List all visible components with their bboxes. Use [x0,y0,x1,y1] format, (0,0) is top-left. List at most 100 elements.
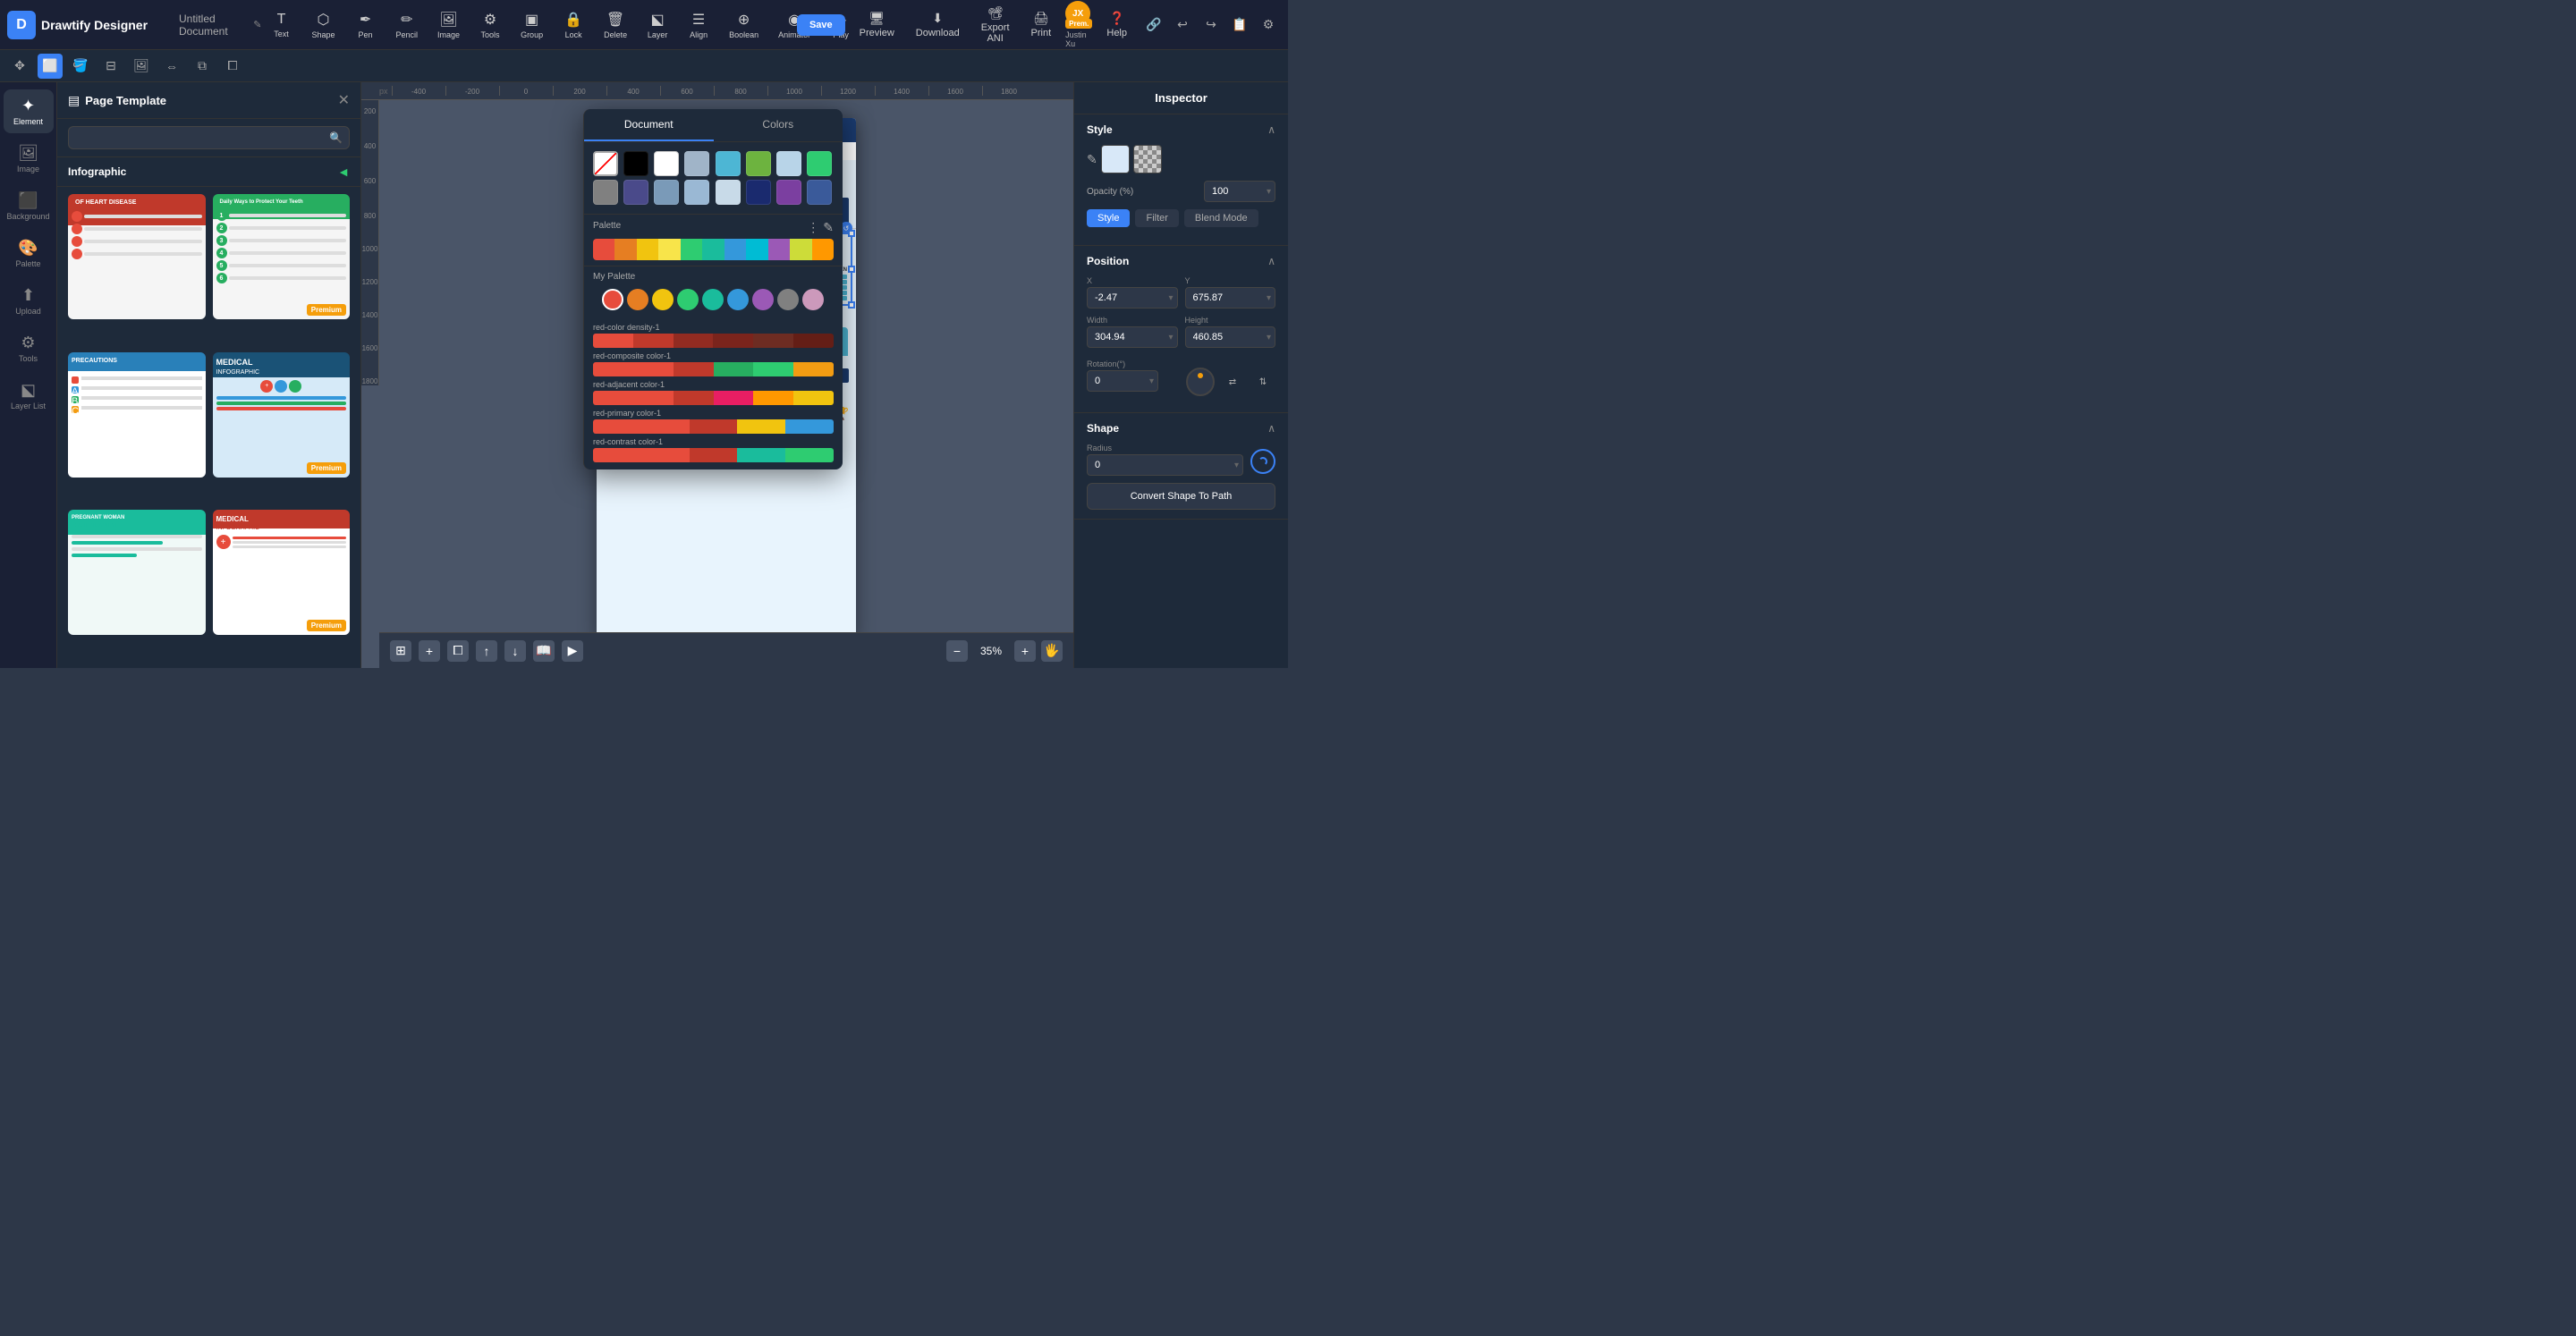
my-swatch-6[interactable] [727,289,749,310]
sidebar-item-image[interactable]: 🖼 Image [4,137,54,181]
np-bar-2[interactable] [593,362,834,376]
position-chevron-icon[interactable]: ∧ [1267,255,1275,267]
sidebar-item-tools[interactable]: ⚙ Tools [4,326,54,370]
height-down-arrow[interactable]: ▾ [1263,333,1275,342]
tool-text[interactable]: T Text [262,8,301,42]
clipboard-icon[interactable]: 📋 [1227,13,1252,38]
image-replace-btn[interactable]: 🖼 [129,54,154,79]
swatch-1[interactable] [684,151,709,176]
copy-btn[interactable]: ⧠ [220,54,245,79]
tool-image[interactable]: 🖼 Image [428,7,469,43]
sidebar-item-palette[interactable]: 🎨 Palette [4,232,54,275]
export-ani-button[interactable]: 📽 Export ANI [974,2,1017,47]
radius-input[interactable]: 0 [1088,455,1231,475]
my-swatch-1[interactable] [602,289,623,310]
panel-close-button[interactable]: ✕ [338,91,350,109]
palette-edit-btn[interactable]: ⋮ [807,220,819,235]
grid-view-btn[interactable]: ⊞ [390,640,411,662]
group-btn[interactable]: ⧉ [190,54,215,79]
swatch-transparent[interactable] [593,151,618,176]
tool-boolean[interactable]: ⊕ Boolean [720,7,767,43]
template-item[interactable]: PREGNANT WOMAN HEALTH TREATMENT [68,510,206,635]
swatch-4[interactable] [776,151,801,176]
zoom-fit-btn[interactable]: 🖐 [1041,640,1063,662]
width-down-arrow[interactable]: ▾ [1165,333,1176,342]
swatch-black[interactable] [623,151,648,176]
download-button[interactable]: ⬇ Download [909,7,967,42]
template-item[interactable]: PRECAUTIONS MEDICATION A B C [68,352,206,478]
np-bar-5[interactable] [593,448,834,462]
opacity-down-arrow[interactable]: ▾ [1263,187,1275,197]
swatch-7[interactable] [623,180,648,205]
settings-icon[interactable]: ⚙ [1256,13,1281,38]
swatch-9[interactable] [684,180,709,205]
undo-icon[interactable]: ↩ [1170,13,1195,38]
my-swatch-7[interactable] [752,289,774,310]
swatch-11[interactable] [746,180,771,205]
tool-align[interactable]: ☰ Align [679,7,718,43]
add-page-btn[interactable]: + [419,640,440,662]
edit-title-icon[interactable]: ✎ [253,19,261,30]
document-title[interactable]: Untitled Document ✎ [179,13,262,38]
tool-group[interactable]: ▣ Group [512,7,552,43]
move-tool-btn[interactable]: ✥ [7,54,32,79]
np-bar-3[interactable] [593,391,834,405]
x-down-arrow[interactable]: ▾ [1165,293,1176,303]
swatch-3[interactable] [746,151,771,176]
fill-selector-btn[interactable]: ✎ [1087,152,1097,167]
template-item[interactable]: Daily Ways to Protect Your Teeth 1 2 3 4… [213,194,351,319]
sidebar-item-layer-list[interactable]: ⬕ Layer List [4,374,54,418]
swatch-white[interactable] [654,151,679,176]
y-down-arrow[interactable]: ▾ [1263,293,1275,303]
copy-page-btn[interactable]: ⧠ [447,640,469,662]
swatch-2[interactable] [716,151,741,176]
tab-style[interactable]: Style [1087,209,1130,227]
my-swatch-9[interactable] [802,289,824,310]
tab-document[interactable]: Document [584,109,714,141]
my-swatch-8[interactable] [777,289,799,310]
tool-pencil[interactable]: ✏ Pencil [387,7,428,43]
select-tool-btn[interactable]: ⬜ [38,54,63,79]
my-swatch-4[interactable] [677,289,699,310]
canvas-area[interactable]: px -400 -200 0 200 400 600 800 1000 1200… [361,82,1073,668]
canvas-content[interactable]: INFOGRAPHIC Lorem ipsum dolor sit amet, … [379,100,1073,632]
fill-pattern-box[interactable] [1133,145,1162,173]
palette-pencil-btn[interactable]: ✎ [823,220,834,235]
search-input[interactable] [68,126,350,149]
rotation-input[interactable]: 0 [1088,371,1146,391]
style-chevron-icon[interactable]: ∧ [1267,123,1275,136]
zoom-in-btn[interactable]: + [1014,640,1036,662]
np-bar-1[interactable] [593,334,834,348]
sidebar-item-element[interactable]: ✦ Element [4,89,54,133]
template-item[interactable]: OF HEART DISEASE [68,194,206,319]
user-profile[interactable]: JX Prem. Justin Xu [1065,1,1092,48]
tool-layer[interactable]: ⬕ Layer [638,7,677,43]
swatch-12[interactable] [776,180,801,205]
redo-icon[interactable]: ↪ [1199,13,1224,38]
flip-h-btn[interactable]: ⇄ [1220,369,1245,394]
swatch-6[interactable] [593,180,618,205]
convert-shape-btn[interactable]: Convert Shape To Path [1087,483,1275,510]
resize-btn[interactable]: ⇔ [159,54,184,79]
swatch-13[interactable] [807,180,832,205]
print-button[interactable]: 🖨 Print [1024,7,1059,42]
link-icon[interactable]: 🔗 [1141,13,1166,38]
my-swatch-3[interactable] [652,289,674,310]
help-button[interactable]: ❓ Help [1099,7,1134,42]
align-distribute-btn[interactable]: ⊟ [98,54,123,79]
tool-tools[interactable]: ⚙ Tools [470,7,510,43]
next-page-btn[interactable]: ↓ [504,640,526,662]
my-swatch-2[interactable] [627,289,648,310]
video-btn[interactable]: ▶ [562,640,583,662]
template-item[interactable]: MEDICAL INFOGRAPHIC + Premium [213,510,351,635]
tool-delete[interactable]: 🗑 Delete [595,7,636,43]
flip-v-btn[interactable]: ⇅ [1250,369,1275,394]
rotation-dial[interactable] [1186,368,1215,396]
prev-page-btn[interactable]: ↑ [476,640,497,662]
sidebar-item-background[interactable]: ⬛ Background [4,184,54,228]
rotation-down-arrow[interactable]: ▾ [1146,376,1157,386]
preview-button[interactable]: 🖥 Preview [852,7,902,42]
np-bar-4[interactable] [593,419,834,434]
book-view-btn[interactable]: 📖 [533,640,555,662]
height-input[interactable]: 460.85 [1186,327,1263,347]
